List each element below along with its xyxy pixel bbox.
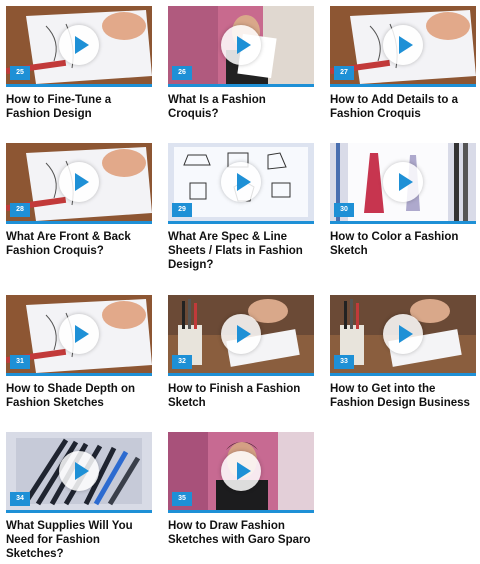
play-icon[interactable] [383, 162, 423, 202]
episode-number-badge: 32 [172, 355, 192, 369]
video-title-link[interactable]: How to Color a Fashion Sketch [330, 230, 476, 258]
play-icon[interactable] [59, 162, 99, 202]
video-thumbnail[interactable]: 30 [330, 143, 476, 224]
video-card[interactable]: 26 What Is a Fashion Croquis? [168, 6, 314, 121]
play-icon[interactable] [221, 162, 261, 202]
episode-number-badge: 34 [10, 492, 30, 506]
video-title-link[interactable]: What Are Front & Back Fashion Croquis? [6, 230, 152, 258]
episode-number-badge: 27 [334, 66, 354, 80]
play-icon[interactable] [383, 314, 423, 354]
video-title-link[interactable]: How to Add Details to a Fashion Croquis [330, 93, 476, 121]
play-icon[interactable] [383, 25, 423, 65]
video-title-link[interactable]: What Supplies Will You Need for Fashion … [6, 519, 152, 561]
video-title-link[interactable]: How to Shade Depth on Fashion Sketches [6, 382, 152, 410]
episode-number-badge: 35 [172, 492, 192, 506]
episode-number-badge: 26 [172, 66, 192, 80]
video-card[interactable]: 28 What Are Front & Back Fashion Croquis? [6, 143, 152, 258]
episode-number-badge: 29 [172, 203, 192, 217]
video-title-link[interactable]: How to Finish a Fashion Sketch [168, 382, 314, 410]
video-thumbnail[interactable]: 27 [330, 6, 476, 87]
episode-number-badge: 33 [334, 355, 354, 369]
video-title-link[interactable]: How to Draw Fashion Sketches with Garo S… [168, 519, 314, 547]
play-icon[interactable] [59, 314, 99, 354]
play-icon[interactable] [221, 314, 261, 354]
video-thumbnail[interactable]: 25 [6, 6, 152, 87]
video-thumbnail[interactable]: 31 [6, 295, 152, 376]
video-thumbnail[interactable]: 28 [6, 143, 152, 224]
video-title-link[interactable]: What Is a Fashion Croquis? [168, 93, 314, 121]
video-card[interactable]: 34 What Supplies Will You Need for Fashio… [6, 432, 152, 561]
video-thumbnail[interactable]: 29 [168, 143, 314, 224]
video-thumbnail[interactable]: 34 [6, 432, 152, 513]
video-thumbnail[interactable]: 26 [168, 6, 314, 87]
play-icon[interactable] [221, 451, 261, 491]
video-card[interactable]: 32 How to Finish a Fashion Sketch [168, 295, 314, 410]
episode-number-badge: 25 [10, 66, 30, 80]
video-thumbnail[interactable]: 32 [168, 295, 314, 376]
video-thumbnail[interactable]: 33 [330, 295, 476, 376]
video-card[interactable]: 29 What Are Spec & Line Sheets / Flats in… [168, 143, 314, 272]
episode-number-badge: 31 [10, 355, 30, 369]
play-icon[interactable] [59, 451, 99, 491]
video-thumbnail[interactable]: 35 [168, 432, 314, 513]
video-card[interactable]: 33 How to Get into the Fashion Design Bus… [330, 295, 476, 410]
video-title-link[interactable]: How to Fine-Tune a Fashion Design [6, 93, 152, 121]
video-card[interactable]: 25 How to Fine-Tune a Fashion Design [6, 6, 152, 121]
play-icon[interactable] [221, 25, 261, 65]
video-card[interactable]: 31 How to Shade Depth on Fashion Sketches [6, 295, 152, 410]
episode-number-badge: 28 [10, 203, 30, 217]
video-card[interactable]: 27 How to Add Details to a Fashion Croqui… [330, 6, 476, 121]
play-icon[interactable] [59, 25, 99, 65]
video-card[interactable]: 30 How to Color a Fashion Sketch [330, 143, 476, 258]
video-title-link[interactable]: How to Get into the Fashion Design Busin… [330, 382, 476, 410]
video-card[interactable]: 35 How to Draw Fashion Sketches with Garo… [168, 432, 314, 547]
episode-number-badge: 30 [334, 203, 354, 217]
video-title-link[interactable]: What Are Spec & Line Sheets / Flats in F… [168, 230, 314, 272]
